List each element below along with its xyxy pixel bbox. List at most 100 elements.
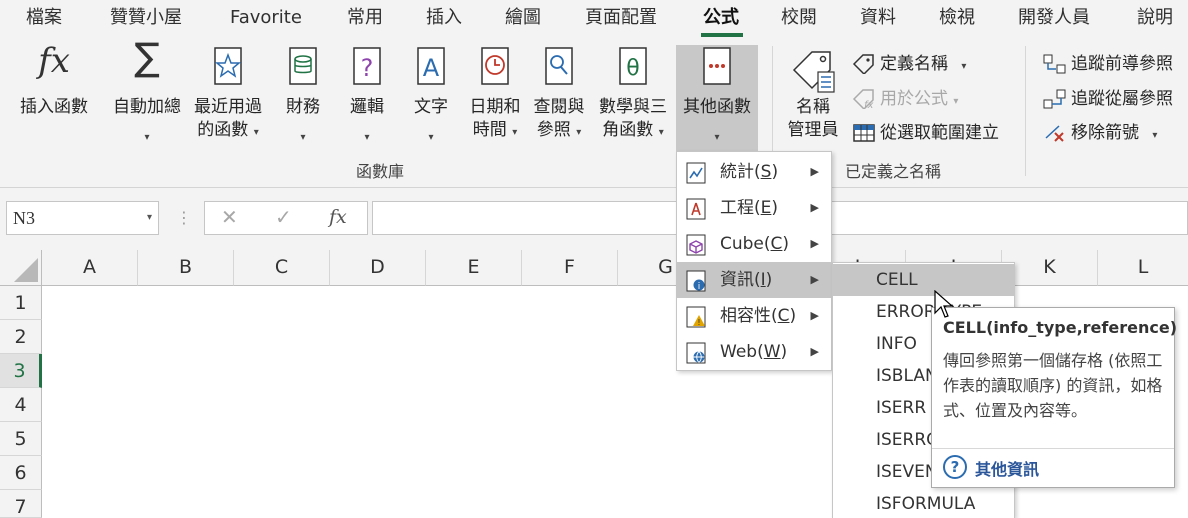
tab-page-layout[interactable]: 頁面配置 (585, 4, 657, 34)
date-time-button[interactable]: 日期和 時間 ▾ (464, 38, 526, 153)
tag-icon (852, 54, 874, 74)
trace-precedents-icon (1043, 54, 1066, 74)
lookup-reference-button[interactable]: 查閱與 參照 ▾ (528, 38, 590, 153)
menu-item-web[interactable]: Web(W) ▶ (677, 334, 831, 370)
ribbon-formulas: fx 插入函數 ∑ 自動加總 ▾ 最近用過 的函數 ▾ 財務 ▾ ? 邏輯 ▾ … (0, 38, 1188, 188)
insert-function-icon[interactable]: fx (329, 206, 347, 228)
info-book-icon: i (686, 270, 706, 292)
active-tab-indicator (701, 33, 743, 37)
row-header[interactable]: 7 (0, 490, 42, 518)
row-header[interactable]: 6 (0, 456, 42, 490)
svg-text:fx: fx (864, 100, 874, 109)
insert-function-button[interactable]: fx 插入函數 (12, 38, 96, 153)
tab-file[interactable]: 檔案 (26, 4, 62, 34)
tab-home[interactable]: 常用 (347, 4, 383, 34)
tooltip-more-info-link[interactable]: 其他資訊 (975, 456, 1039, 480)
group-label-defined-names: 已定義之名稱 (845, 162, 942, 181)
tab-review[interactable]: 校閱 (781, 4, 817, 34)
select-all-corner[interactable] (0, 250, 42, 286)
menu-item-statistical[interactable]: 統計(S) ▶ (677, 154, 831, 190)
name-box[interactable]: N3 ▾ (6, 201, 159, 235)
function-tooltip: CELL(info_type,reference) 傳回參照第一個儲存格 (依照… (931, 307, 1177, 488)
tab-developer[interactable]: 開發人員 (1018, 4, 1090, 34)
trace-precedents-button[interactable]: 追蹤前導參照 (1043, 51, 1173, 77)
mouse-pointer-icon (934, 290, 954, 318)
row-header[interactable]: 1 (0, 286, 42, 320)
tab-data[interactable]: 資料 (860, 4, 896, 34)
menu-item-information[interactable]: i 資訊(I) ▶ (677, 262, 831, 298)
function-item[interactable]: ISFORMULA (833, 488, 1014, 518)
enter-check-icon[interactable]: ✓ (275, 205, 292, 229)
letter-a-book-icon: A (417, 47, 445, 85)
remove-arrows-icon (1045, 125, 1064, 142)
submenu-arrow-icon: ▶ (810, 165, 819, 178)
ellipsis-book-icon (703, 47, 731, 85)
text-button[interactable]: A 文字 ▾ (404, 38, 458, 153)
use-in-formula-button[interactable]: fx 用於公式 ▾ (852, 86, 958, 112)
column-header[interactable]: A (42, 250, 138, 286)
compass-book-icon (686, 198, 706, 220)
formula-buttons: ✕ ✓ fx (204, 201, 368, 235)
logical-button[interactable]: ? 邏輯 ▾ (340, 38, 394, 153)
submenu-arrow-icon: ▶ (810, 309, 819, 322)
tab-favorite[interactable]: Favorite (230, 4, 302, 34)
row-header[interactable]: 5 (0, 422, 42, 456)
trace-dependents-icon (1043, 89, 1066, 109)
submenu-arrow-icon: ▶ (810, 273, 819, 286)
row-header[interactable]: 4 (0, 388, 42, 422)
define-name-button[interactable]: 定義名稱 ▾ (852, 51, 966, 77)
column-header[interactable]: K (1002, 250, 1098, 286)
cancel-icon[interactable]: ✕ (221, 205, 238, 229)
remove-arrows-button[interactable]: 移除箭號 ▾ (1043, 120, 1157, 146)
autosum-button[interactable]: ∑ 自動加總 ▾ (106, 38, 188, 153)
more-functions-button[interactable]: 其他函數 ▾ (676, 38, 758, 153)
recently-used-button[interactable]: 最近用過 的函數 ▾ (190, 38, 266, 153)
submenu-arrow-icon: ▶ (810, 201, 819, 214)
select-all-triangle-icon (14, 258, 38, 282)
submenu-arrow-icon: ▶ (810, 237, 819, 250)
formula-bar: N3 ▾ ⋮ ✕ ✓ fx (0, 188, 1188, 250)
submenu-arrow-icon: ▶ (810, 345, 819, 358)
function-item-cell[interactable]: CELL (833, 264, 1014, 296)
tag-fx-icon: fx (852, 89, 874, 109)
magnifier-book-icon (545, 47, 573, 85)
drag-handle-icon[interactable]: ⋮ (176, 208, 192, 227)
row-header-selected[interactable]: 3 (0, 354, 42, 388)
ribbon-tabs: 檔案 贊贊小屋 Favorite 常用 插入 繪圖 頁面配置 公式 校閱 資料 … (0, 0, 1188, 38)
tab-insert[interactable]: 插入 (426, 4, 462, 34)
group-divider-2 (1025, 46, 1026, 176)
svg-text:i: i (698, 282, 701, 292)
row-header[interactable]: 2 (0, 320, 42, 354)
column-header[interactable]: C (234, 250, 330, 286)
tab-custom[interactable]: 贊贊小屋 (110, 4, 182, 34)
trace-dependents-button[interactable]: 追蹤從屬參照 (1043, 86, 1173, 112)
column-header[interactable]: E (426, 250, 522, 286)
column-header[interactable]: L (1098, 250, 1188, 286)
tab-view[interactable]: 檢視 (939, 4, 975, 34)
question-book-icon: ? (353, 47, 381, 85)
chevron-down-icon: ▾ (146, 212, 152, 223)
tab-help[interactable]: 說明 (1137, 4, 1173, 34)
create-from-selection-button[interactable]: 從選取範圍建立 (852, 120, 999, 146)
theta-book-icon: θ (619, 47, 647, 85)
grid-table-icon (853, 124, 875, 142)
sigma-icon: ∑ (134, 35, 160, 79)
financial-button[interactable]: 財務 ▾ (276, 38, 330, 153)
math-trig-button[interactable]: θ 數學與三 角函數 ▾ (594, 38, 672, 153)
tag-list-icon (792, 51, 835, 93)
column-header[interactable]: F (522, 250, 618, 286)
tab-formulas[interactable]: 公式 (703, 4, 739, 34)
column-header[interactable]: B (138, 250, 234, 286)
fx-icon: fx (38, 41, 70, 81)
globe-book-icon (686, 342, 706, 364)
tooltip-title: CELL(info_type,reference) (943, 318, 1177, 337)
menu-item-engineering[interactable]: 工程(E) ▶ (677, 190, 831, 226)
name-manager-button[interactable]: 名稱 管理員 (782, 38, 844, 153)
menu-item-cube[interactable]: Cube(C) ▶ (677, 226, 831, 262)
tab-draw[interactable]: 繪圖 (505, 4, 541, 34)
column-header[interactable]: D (330, 250, 426, 286)
svg-text:A: A (423, 54, 440, 82)
menu-item-compatibility[interactable]: ! 相容性(C) ▶ (677, 298, 831, 334)
group-label-function-library: 函數庫 (356, 162, 405, 181)
tooltip-divider (932, 448, 1174, 449)
